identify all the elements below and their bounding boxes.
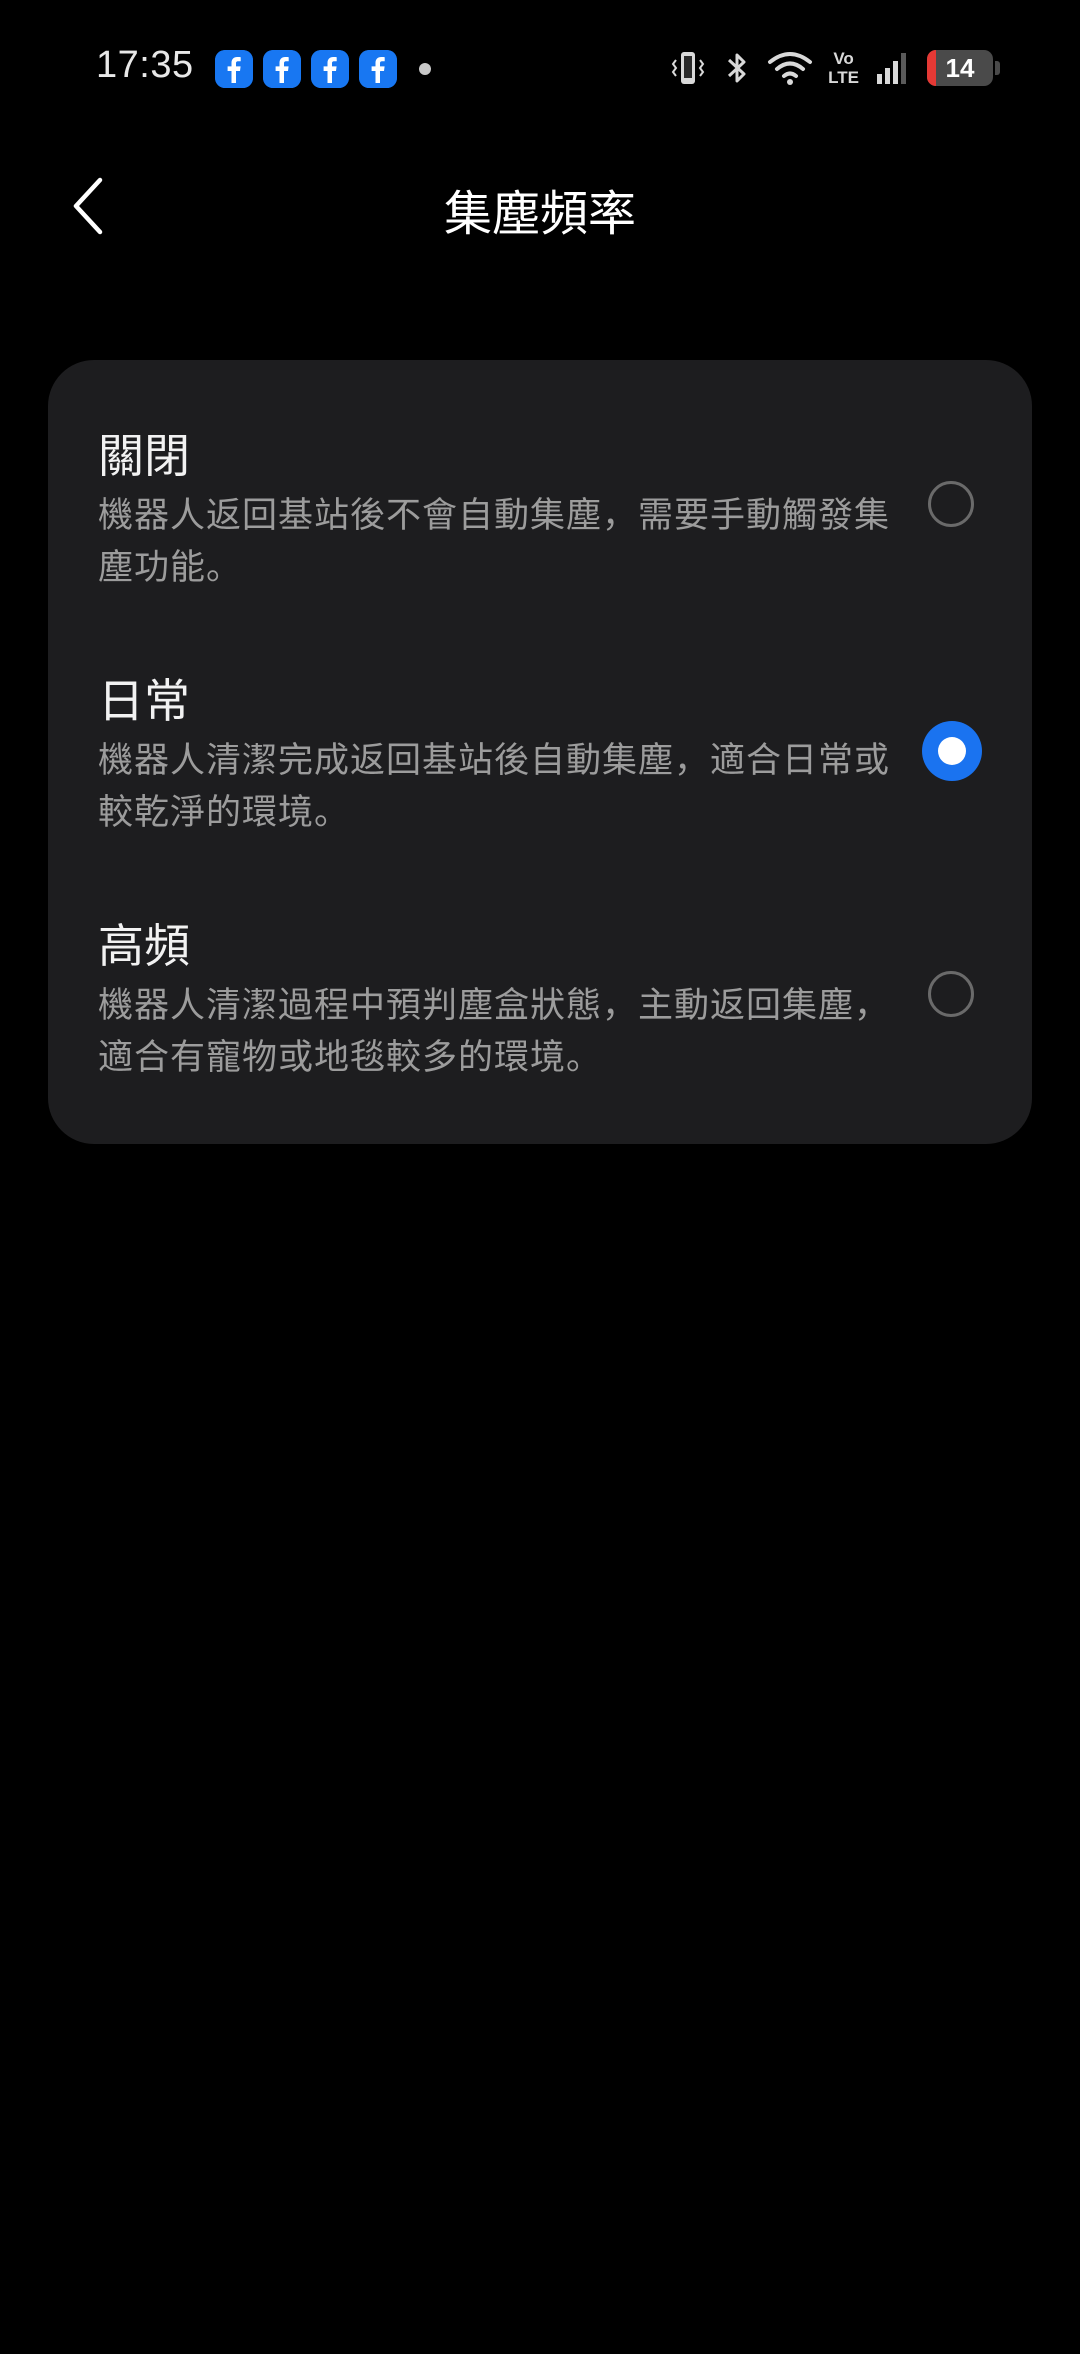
facebook-icon: [311, 50, 349, 88]
volte-icon: Vo LTE: [828, 49, 859, 87]
system-status-icons: Vo LTE 14: [668, 48, 1000, 88]
bluetooth-icon: [728, 53, 746, 83]
wifi-icon: [768, 52, 813, 85]
option-description: 機器人清潔完成返回基站後自動集塵，適合日常或較乾淨的環境。: [98, 741, 891, 833]
volte-top-label: Vo: [833, 49, 854, 68]
facebook-icon: [263, 50, 301, 88]
option-daily[interactable]: 日常 機器人清潔完成返回基站後自動集塵，適合日常或較乾淨的環境。: [48, 605, 1032, 850]
vibrate-icon: [671, 52, 705, 84]
option-off[interactable]: 關閉 機器人返回基站後不會自動集塵，需要手動觸發集塵功能。: [48, 360, 1032, 605]
option-description: 機器人返回基站後不會自動集塵，需要手動觸發集塵功能。: [98, 496, 891, 588]
battery-level-fill: [927, 50, 937, 86]
option-high-frequency[interactable]: 高頻 機器人清潔過程中預判塵盒狀態，主動返回集塵，適合有寵物或地毯較多的環境。: [48, 850, 1032, 1095]
radio-button-off[interactable]: [928, 481, 974, 527]
dust-collection-frequency-options: 關閉 機器人返回基站後不會自動集塵，需要手動觸發集塵功能。 日常 機器人清潔完成…: [48, 360, 1032, 1144]
option-title: 關閉: [98, 429, 190, 483]
facebook-icon: [215, 50, 253, 88]
status-bar: 17:35 Vo LTE 14: [0, 0, 1080, 140]
signal-strength-icon: [877, 53, 906, 84]
notification-icons: [215, 50, 431, 88]
option-title: 日常: [98, 674, 190, 728]
option-description: 機器人清潔過程中預判塵盒狀態，主動返回集塵，適合有寵物或地毯較多的環境。: [98, 986, 891, 1078]
more-notifications-dot-icon: [419, 63, 431, 75]
option-title: 高頻: [98, 919, 190, 973]
status-time: 17:35: [96, 44, 194, 86]
facebook-icon: [359, 50, 397, 88]
battery-level-text: 14: [945, 52, 975, 83]
header: 集塵頻率: [0, 150, 1080, 260]
radio-button-high-frequency[interactable]: [928, 971, 974, 1017]
radio-button-daily[interactable]: [922, 721, 982, 781]
volte-bottom-label: LTE: [828, 68, 859, 87]
battery-tip: [995, 61, 1000, 75]
page-title: 集塵頻率: [443, 186, 636, 242]
battery-icon: 14: [927, 50, 993, 86]
